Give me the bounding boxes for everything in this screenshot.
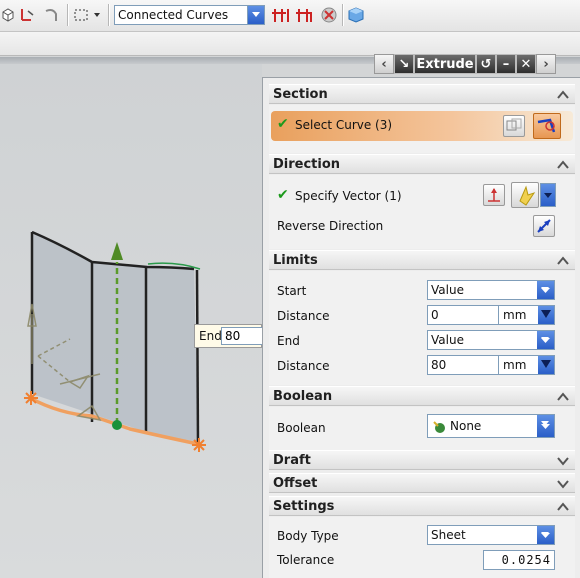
- secondary-toolbar: [0, 32, 580, 56]
- end-value: Value: [431, 333, 464, 347]
- direction-group-body: ✔ Specify Vector (1) Reverse Direction: [269, 175, 575, 249]
- offset-group-title: Offset: [273, 476, 318, 491]
- tolerance-label: Tolerance: [277, 553, 335, 567]
- snap-arrow-icon[interactable]: [18, 5, 38, 25]
- end-handle-text: End: [199, 329, 222, 343]
- chevron-up-icon[interactable]: [555, 389, 571, 405]
- settings-group-header[interactable]: Settings: [269, 496, 575, 516]
- start-distance-label: Distance: [277, 309, 330, 323]
- chevron-down-icon[interactable]: [555, 453, 571, 469]
- intersect-snap-icon[interactable]: [294, 5, 316, 25]
- specify-vector-label: Specify Vector (1): [295, 189, 402, 203]
- chevron-up-icon[interactable]: [555, 87, 571, 103]
- direction-group-header[interactable]: Direction: [269, 154, 575, 174]
- select-curve-row[interactable]: ✔ Select Curve (3): [271, 111, 573, 141]
- end-distance-label: Distance: [277, 359, 330, 373]
- settings-group-title: Settings: [273, 499, 335, 514]
- limits-group-body: Start Value Distance 0 mm End Value Dist…: [269, 271, 575, 385]
- chevron-down-icon[interactable]: [537, 281, 554, 299]
- selection-box-icon[interactable]: [72, 5, 90, 25]
- vector-dialog-icon[interactable]: [483, 184, 505, 206]
- start-value: Value: [431, 283, 464, 297]
- boolean-label: Boolean: [277, 421, 326, 435]
- end-handle-label[interactable]: End: [194, 324, 263, 348]
- direction-group-title: Direction: [273, 157, 341, 172]
- body-type-value: Sheet: [431, 528, 466, 542]
- section-group-body: ✔ Select Curve (3): [269, 105, 575, 153]
- unit-label: mm: [503, 358, 527, 372]
- dialog-title: Extrude: [414, 54, 476, 74]
- body-type-label: Body Type: [277, 529, 339, 543]
- boolean-select[interactable]: None: [427, 414, 555, 438]
- chevron-down-icon[interactable]: [247, 6, 264, 24]
- chevron-down-icon: [544, 193, 552, 198]
- start-distance-unit[interactable]: mm: [499, 305, 555, 325]
- chevron-down-icon[interactable]: [537, 415, 554, 437]
- extrude-preview: [24, 230, 206, 452]
- view-cube-icon[interactable]: [0, 5, 16, 25]
- end-handle-input[interactable]: [221, 327, 263, 345]
- minimize-icon[interactable]: –: [496, 54, 516, 74]
- previous-dialog-button[interactable]: ‹: [374, 54, 394, 74]
- chevron-down-icon[interactable]: [537, 331, 554, 349]
- point-snap-icon[interactable]: [270, 5, 292, 25]
- reverse-direction-label: Reverse Direction: [277, 219, 384, 233]
- start-label: Start: [277, 284, 307, 298]
- sketch-section-icon[interactable]: [503, 115, 525, 137]
- check-icon: ✔: [277, 116, 289, 132]
- solid-cube-icon[interactable]: [346, 5, 366, 25]
- section-group-title: Section: [273, 87, 328, 102]
- clear-selection-icon[interactable]: [319, 5, 339, 25]
- dialog-titlebar: ‹ ↘ Extrude ↺ – ✕ ›: [374, 54, 572, 74]
- end-select[interactable]: Value: [427, 330, 555, 350]
- end-distance-unit[interactable]: mm: [499, 355, 555, 375]
- limits-group-header[interactable]: Limits: [269, 250, 575, 270]
- end-distance-input[interactable]: 80: [427, 355, 499, 375]
- body-type-select[interactable]: Sheet: [427, 525, 555, 545]
- vector-options-dropdown[interactable]: [540, 183, 556, 207]
- chevron-up-icon[interactable]: [555, 253, 571, 269]
- check-icon: ✔: [277, 187, 289, 203]
- unit-label: mm: [503, 308, 527, 322]
- extrude-dialog: Section ✔ Select Curve (3) Direction ✔ S…: [262, 77, 580, 578]
- draft-group-title: Draft: [273, 453, 311, 468]
- curve-rule-value: Connected Curves: [118, 8, 229, 22]
- end-label: End: [277, 334, 300, 348]
- offset-group-header[interactable]: Offset: [269, 473, 575, 493]
- select-curve-label: Select Curve (3): [295, 118, 393, 132]
- start-distance-input[interactable]: 0: [427, 305, 499, 325]
- chevron-up-icon[interactable]: [555, 499, 571, 515]
- chevron-up-icon[interactable]: [555, 157, 571, 173]
- chevron-down-icon[interactable]: [538, 356, 554, 374]
- boolean-value: None: [450, 419, 482, 433]
- boolean-group-title: Boolean: [273, 389, 333, 404]
- inferred-vector-icon[interactable]: [511, 182, 539, 208]
- curve-selection-icon[interactable]: [533, 113, 561, 139]
- curve-rule-select[interactable]: Connected Curves: [114, 5, 265, 25]
- start-select[interactable]: Value: [427, 280, 555, 300]
- main-toolbar: Connected Curves: [0, 0, 580, 32]
- limits-group-title: Limits: [273, 253, 318, 268]
- reverse-direction-button[interactable]: [533, 215, 555, 237]
- close-icon[interactable]: ✕: [516, 54, 536, 74]
- chevron-down-icon[interactable]: [537, 526, 554, 544]
- tolerance-input[interactable]: 0.0254: [483, 550, 555, 570]
- reset-icon[interactable]: ↺: [476, 54, 496, 74]
- settings-group-body: Body Type Sheet Tolerance 0.0254: [269, 517, 575, 578]
- draft-group-header[interactable]: Draft: [269, 450, 575, 470]
- boolean-group-header[interactable]: Boolean: [269, 386, 575, 406]
- section-group-header[interactable]: Section: [269, 84, 575, 104]
- graphics-viewport[interactable]: End: [0, 64, 263, 578]
- chevron-down-icon[interactable]: [555, 476, 571, 492]
- curve-arrow-icon[interactable]: [42, 5, 62, 25]
- dialog-reset-arrow-icon[interactable]: ↘: [394, 54, 414, 74]
- dropdown-arrow-icon[interactable]: [92, 5, 102, 25]
- boolean-none-icon: [433, 421, 445, 433]
- chevron-down-icon[interactable]: [538, 306, 554, 324]
- next-dialog-button[interactable]: ›: [536, 54, 556, 74]
- boolean-group-body: Boolean None: [269, 407, 575, 453]
